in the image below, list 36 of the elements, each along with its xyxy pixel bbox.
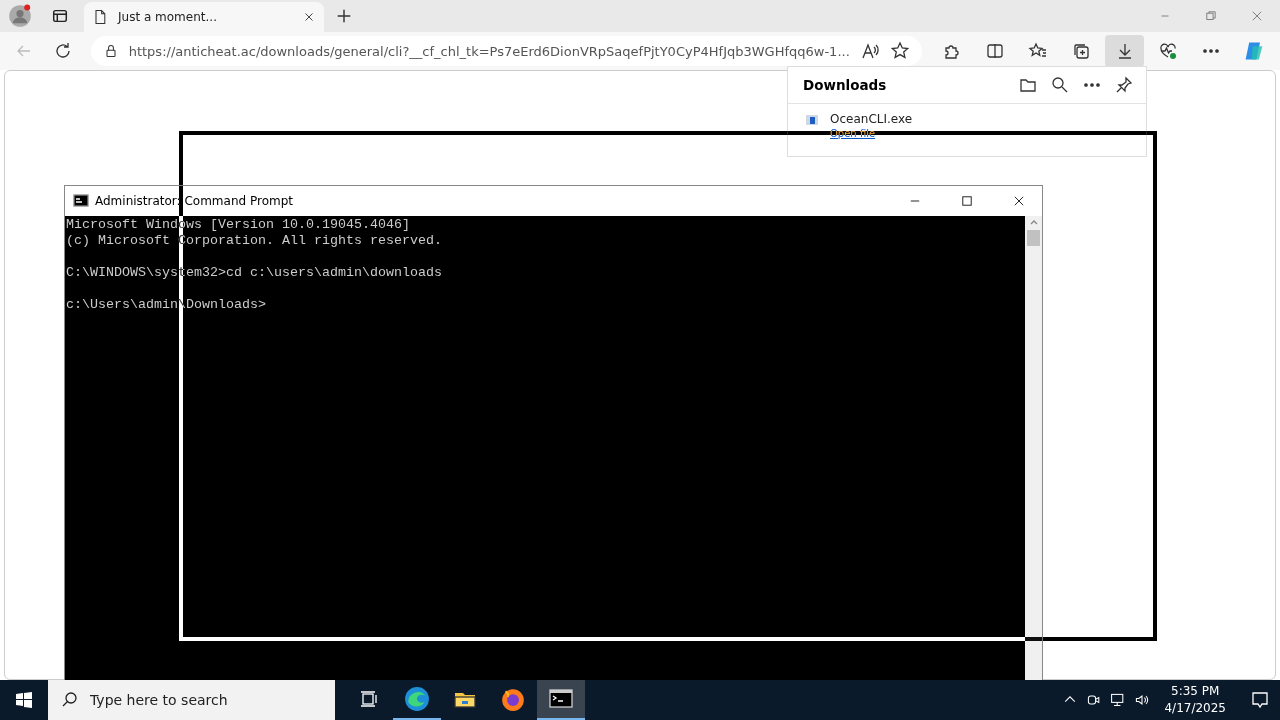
read-aloud-icon[interactable] (859, 41, 880, 61)
terminal-icon[interactable] (549, 687, 573, 711)
search-icon[interactable] (1050, 75, 1070, 95)
file-icon (804, 112, 820, 128)
url-text: https://anticheat.ac/downloads/general/cli?__cf_chl_tk=Ps7eErd6DionVRpSaqefPjtY0CyP4HfJqb3WGHfqq6w-1... (128, 43, 850, 59)
taskbar-app[interactable] (537, 680, 585, 720)
windows-start-icon[interactable] (14, 690, 34, 710)
refresh-icon[interactable] (53, 41, 73, 61)
file-name: OceanCLI.exe (830, 112, 913, 126)
split-screen-icon[interactable] (984, 41, 1005, 61)
edge-icon[interactable] (404, 686, 430, 712)
panel-title: Downloads (803, 77, 888, 93)
notification-icon[interactable] (1250, 690, 1270, 710)
firefox-icon[interactable] (500, 686, 526, 712)
scrollbar-thumb[interactable] (1027, 230, 1040, 246)
pin-icon[interactable] (1114, 75, 1134, 95)
terminal-icon (73, 193, 89, 209)
toolbar-button[interactable] (1104, 35, 1145, 67)
heart-pulse-icon[interactable] (1157, 41, 1178, 61)
browser-tab[interactable]: Just a moment... (84, 2, 324, 32)
collections-icon[interactable] (1071, 41, 1092, 61)
window-title: Administrator: Command Prompt (95, 194, 294, 208)
page-icon[interactable] (92, 9, 108, 25)
address-bar[interactable]: https://anticheat.ac/downloads/general/cli?__cf_chl_tk=Ps7eErd6DionVRpSaqefPjtY0CyP4HfJqb3WGHfqq6w-1... (90, 36, 922, 66)
tab-actions-icon[interactable] (51, 7, 69, 25)
search-field[interactable]: Type here to search (48, 680, 335, 720)
restore-icon[interactable] (1204, 9, 1218, 23)
new-tab-icon[interactable] (335, 7, 353, 25)
clock-date: 4/17/2025 (1164, 700, 1226, 717)
volume-icon[interactable] (1134, 692, 1151, 708)
close-icon[interactable] (1012, 194, 1026, 208)
maximize-icon[interactable] (960, 194, 974, 208)
clock-time: 5:35 PM (1170, 683, 1221, 700)
profile-icon[interactable] (8, 4, 32, 28)
star-icon[interactable] (889, 41, 910, 61)
task-view-icon[interactable] (359, 689, 379, 709)
